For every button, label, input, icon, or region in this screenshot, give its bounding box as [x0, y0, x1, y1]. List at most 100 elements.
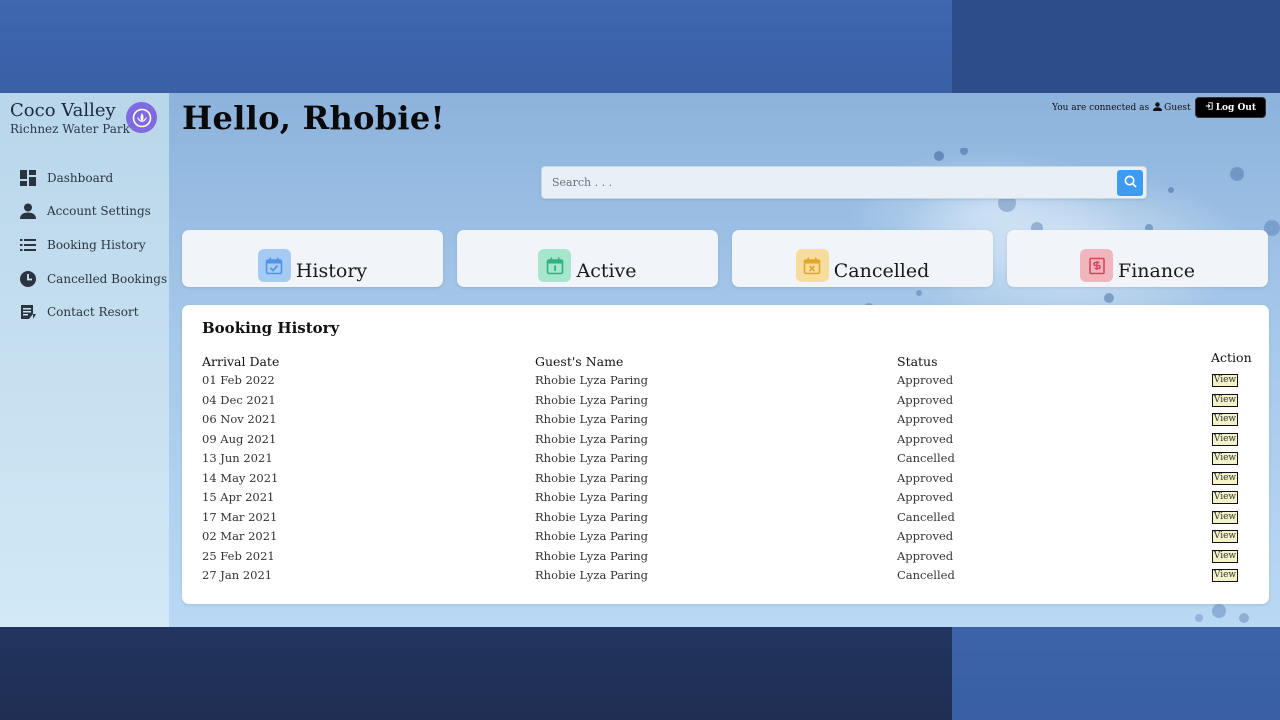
sidebar-item-cancelled-bookings[interactable]: Cancelled Bookings: [0, 262, 169, 296]
table-row: 15 Apr 2021 Rhobie Lyza Paring Approved Vie…: [182, 490, 1269, 510]
cell-status: Cancelled: [897, 509, 955, 524]
background-block: [0, 627, 952, 720]
sidebar-item-booking-history[interactable]: Booking History: [0, 228, 169, 262]
clock-icon: [20, 270, 36, 287]
view-button[interactable]: View: [1212, 413, 1238, 426]
person-icon: [1153, 101, 1163, 114]
cell-arrival-date: 09 Aug 2021: [202, 431, 277, 446]
column-header-action: Action: [1211, 350, 1252, 365]
app-window: Coco Valley Richnez Water Park Dashboard: [0, 93, 1280, 627]
cell-status: Approved: [897, 529, 954, 543]
cell-guest-name: Rhobie Lyza Paring: [535, 451, 649, 465]
user-name: Guest: [1164, 102, 1191, 113]
cell-guest-name: Rhobie Lyza Paring: [535, 412, 649, 426]
sidebar-item-label: Account Settings: [47, 204, 151, 219]
contact-icon: [20, 304, 36, 320]
search-bar: [541, 166, 1147, 199]
cell-status: Approved: [897, 373, 954, 387]
logout-label: Log Out: [1215, 102, 1256, 113]
cell-guest-name: Rhobie Lyza Paring: [535, 509, 649, 524]
table-row: 04 Dec 2021 Rhobie Lyza Paring Approved Vie…: [182, 393, 1269, 413]
cell-arrival-date: 14 May 2021: [202, 470, 279, 485]
search-input[interactable]: [542, 167, 1117, 198]
cell-guest-name: Rhobie Lyza Paring: [535, 470, 649, 485]
main-content: Hello, Rhobie! You are connected as Gues…: [169, 93, 1280, 627]
cell-arrival-date: 17 Mar 2021: [202, 509, 278, 524]
cell-arrival-date: 25 Feb 2021: [202, 548, 275, 563]
sidebar-item-account-settings[interactable]: Account Settings: [0, 195, 169, 229]
brand: Coco Valley Richnez Water Park: [0, 93, 169, 153]
cell-guest-name: Rhobie Lyza Paring: [535, 568, 649, 582]
cell-arrival-date: 15 Apr 2021: [202, 490, 275, 504]
table-row: 13 Jun 2021 Rhobie Lyza Paring Cancelled Vi…: [182, 451, 1269, 471]
card-label: History: [295, 260, 368, 282]
view-button[interactable]: View: [1212, 569, 1238, 582]
view-button[interactable]: View: [1212, 393, 1238, 407]
card-history[interactable]: History: [182, 230, 443, 287]
cell-arrival-date: 06 Nov 2021: [202, 412, 277, 426]
cell-status: Approved: [897, 548, 954, 563]
logout-icon: [1205, 102, 1213, 113]
cell-status: Approved: [897, 412, 954, 426]
cell-status: Approved: [897, 490, 954, 504]
lotus-logo-icon: [126, 102, 157, 133]
card-label: Cancelled: [833, 260, 930, 282]
background-block: [952, 0, 1280, 93]
cell-status: Approved: [897, 470, 954, 485]
sidebar: Coco Valley Richnez Water Park Dashboard: [0, 93, 169, 627]
sidebar-item-label: Contact Resort: [47, 305, 139, 320]
sidebar-item-label: Dashboard: [47, 170, 114, 185]
user-icon: [20, 203, 36, 220]
column-header-status: Status: [897, 354, 938, 369]
table-row: 27 Jan 2021 Rhobie Lyza Paring Cancelled Vi…: [182, 568, 1269, 588]
view-button[interactable]: View: [1212, 510, 1238, 524]
cell-status: Approved: [897, 431, 954, 446]
cell-status: Cancelled: [897, 568, 955, 582]
cell-guest-name: Rhobie Lyza Paring: [535, 490, 649, 504]
table-row: 14 May 2021 Rhobie Lyza Paring Approved Vie…: [182, 471, 1269, 491]
search-icon: [1124, 173, 1137, 192]
cell-arrival-date: 02 Mar 2021: [202, 529, 278, 543]
list-icon: [20, 237, 36, 253]
card-label: Active: [576, 260, 637, 282]
card-cancelled[interactable]: Cancelled: [732, 230, 993, 287]
cell-guest-name: Rhobie Lyza Paring: [535, 373, 649, 387]
calendar-x-icon: [795, 249, 829, 282]
view-button[interactable]: View: [1212, 491, 1238, 504]
card-finance[interactable]: Finance: [1007, 230, 1268, 287]
sidebar-item-label: Booking History: [47, 237, 146, 252]
cell-guest-name: Rhobie Lyza Paring: [535, 548, 649, 563]
sidebar-nav: Dashboard Account Settings Booking Histo…: [0, 161, 169, 329]
cell-guest-name: Rhobie Lyza Paring: [535, 529, 649, 543]
sidebar-item-dashboard[interactable]: Dashboard: [0, 161, 169, 195]
dashboard-icon: [20, 169, 36, 186]
sidebar-item-contact-resort[interactable]: Contact Resort: [0, 295, 169, 329]
card-active[interactable]: Active: [457, 230, 718, 287]
summary-cards: History Active Cancelled Finance: [182, 230, 1269, 287]
table-row: 09 Aug 2021 Rhobie Lyza Paring Approved Vie…: [182, 432, 1269, 452]
view-button[interactable]: View: [1212, 374, 1238, 387]
table-row: 06 Nov 2021 Rhobie Lyza Paring Approved Vie…: [182, 412, 1269, 432]
search-button[interactable]: [1117, 169, 1143, 196]
user-status-bar: You are connected as Guest Log Out: [1052, 97, 1266, 118]
cell-status: Approved: [897, 392, 954, 407]
cell-status: Cancelled: [897, 451, 955, 465]
page-title: Hello, Rhobie!: [182, 99, 445, 137]
sidebar-item-label: Cancelled Bookings: [47, 271, 168, 286]
panel-title: Booking History: [202, 319, 340, 337]
table-row: 02 Mar 2021 Rhobie Lyza Paring Approved Vie…: [182, 529, 1269, 549]
cell-arrival-date: 04 Dec 2021: [202, 392, 276, 407]
logout-button[interactable]: Log Out: [1194, 97, 1266, 118]
view-button[interactable]: View: [1212, 432, 1238, 446]
calendar-check-icon: [257, 249, 291, 282]
background-block: [952, 627, 1280, 720]
card-label: Finance: [1118, 260, 1195, 282]
view-button[interactable]: View: [1212, 530, 1238, 543]
money-icon: [1080, 249, 1114, 282]
view-button[interactable]: View: [1212, 471, 1238, 485]
view-button[interactable]: View: [1212, 452, 1238, 465]
cell-guest-name: Rhobie Lyza Paring: [535, 392, 649, 407]
table-row: 25 Feb 2021 Rhobie Lyza Paring Approved Vie…: [182, 549, 1269, 569]
view-button[interactable]: View: [1212, 549, 1238, 563]
connected-text: You are connected as: [1052, 102, 1150, 113]
